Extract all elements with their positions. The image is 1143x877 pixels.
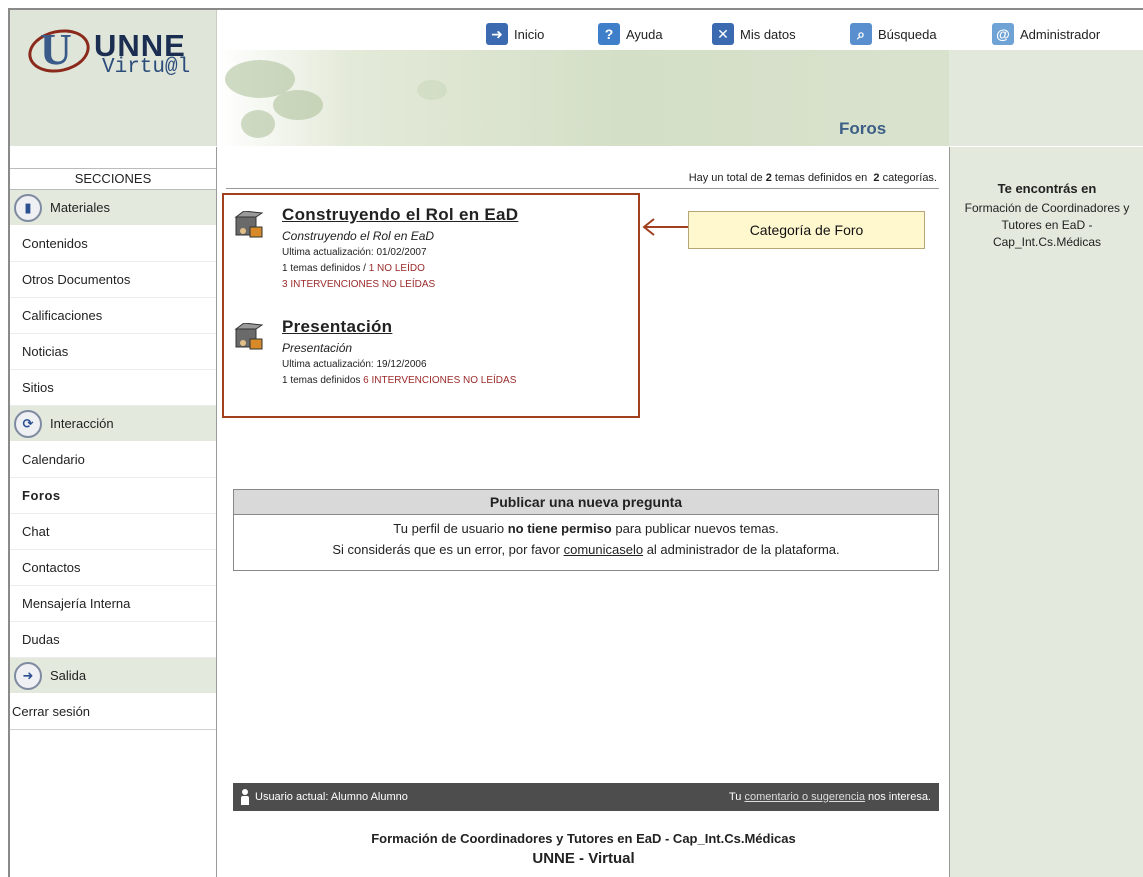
- category-title-link[interactable]: Construyendo el Rol en EaD: [282, 205, 518, 225]
- arrow-icon: ➜: [486, 23, 508, 45]
- banner-decoration: [241, 110, 275, 138]
- section-salida[interactable]: ➜ Salida: [10, 658, 216, 694]
- category-last-update: Ultima actualización: 19/12/2006: [282, 359, 427, 370]
- banner-decoration: [417, 80, 447, 100]
- feedback-text: Tu: [728, 791, 745, 803]
- help-icon: ?: [598, 23, 620, 45]
- sidebar-item-sitios[interactable]: Sitios: [10, 370, 216, 406]
- category-last-update: Ultima actualización: 01/02/2007: [282, 247, 427, 258]
- nav-ayuda[interactable]: ? Ayuda: [598, 23, 663, 45]
- annotation-callout: Categoría de Foro: [688, 211, 925, 249]
- contact-text: Si considerás que es un error, por favor: [332, 542, 564, 557]
- sidebar-item-noticias[interactable]: Noticias: [10, 334, 216, 370]
- category-title-link[interactable]: Presentación: [282, 317, 392, 337]
- permission-text: para publicar nuevos temas.: [611, 521, 779, 536]
- divider: [226, 188, 939, 189]
- logo-u-icon: U: [40, 25, 72, 74]
- contact-text: al administrador de la plataforma.: [643, 542, 840, 557]
- section-label: Salida: [50, 668, 87, 683]
- category-description: Construyendo el Rol en EaD: [282, 229, 435, 243]
- category-unread-posts: 3 INTERVENCIONES NO LEÍDAS: [282, 279, 436, 290]
- sidebar-item-calendario[interactable]: Calendario: [10, 442, 216, 478]
- category-topics-count: 1 temas definidos /: [282, 263, 369, 274]
- feedback-text: nos interesa.: [864, 791, 931, 803]
- sidebar-item-otros-documentos[interactable]: Otros Documentos: [10, 262, 216, 298]
- search-icon: ⌕: [850, 23, 872, 45]
- nav-ayuda-label: Ayuda: [626, 26, 663, 42]
- banner-decoration: [273, 90, 323, 120]
- refresh-icon: ⟳: [14, 409, 42, 438]
- nav-administrador[interactable]: @ Administrador: [992, 23, 1100, 45]
- summary-text: Hay un total de: [688, 172, 766, 184]
- category-topics: 1 temas definidos / 1 NO LEÍDO: [282, 263, 425, 274]
- exit-arrow-icon: ➜: [14, 661, 42, 690]
- feedback-note: Tu comentario o sugerencia nos interesa.: [729, 791, 931, 803]
- permission-emphasis: no tiene permiso: [507, 521, 612, 536]
- sidebar: SECCIONES ▮ Materiales Contenidos Otros …: [10, 147, 217, 877]
- forum-summary: Hay un total de 2 temas definidos en 2 c…: [689, 172, 937, 184]
- sidebar-item-mensajeria-interna[interactable]: Mensajería Interna: [10, 586, 216, 622]
- user-status-bar: Usuario actual: Alumno Alumno Tu comenta…: [233, 783, 939, 811]
- summary-text: categorías.: [879, 172, 937, 184]
- logo-text-virtual: Virtu@l: [102, 56, 191, 79]
- app-frame: U UNNE Virtu@l ➜ Inicio ? Ayuda ✕ Mis da…: [8, 8, 1143, 877]
- forum-folder-icon: [234, 323, 264, 350]
- user-icon: [239, 789, 251, 805]
- at-icon: @: [992, 23, 1014, 45]
- sidebar-item-contenidos[interactable]: Contenidos: [10, 226, 216, 262]
- sidebar-item-dudas[interactable]: Dudas: [10, 622, 216, 658]
- logout-link[interactable]: Cerrar sesión: [10, 694, 216, 730]
- nav-mis-datos[interactable]: ✕ Mis datos: [712, 23, 796, 45]
- location-panel: Te encontrás en Formación de Coordinador…: [949, 147, 1143, 877]
- nav-administrador-label: Administrador: [1020, 26, 1101, 42]
- category-unread-topics: 1 NO LEÍDO: [368, 263, 425, 274]
- category-description: Presentación: [282, 341, 353, 355]
- header: U UNNE Virtu@l ➜ Inicio ? Ayuda ✕ Mis da…: [10, 10, 1143, 146]
- permission-message: Tu perfil de usuario no tiene permiso pa…: [234, 518, 938, 539]
- nav-busqueda[interactable]: ⌕ Búsqueda: [850, 23, 937, 45]
- section-materiales[interactable]: ▮ Materiales: [10, 190, 216, 226]
- site-name-footer: UNNE - Virtual: [532, 850, 635, 867]
- user-data-icon: ✕: [712, 23, 734, 45]
- current-user: Usuario actual: Alumno Alumno: [255, 791, 408, 803]
- forum-folder-icon: [234, 211, 264, 238]
- location-title: Te encontrás en: [997, 181, 1097, 196]
- contact-admin-link[interactable]: comunicaselo: [564, 542, 644, 557]
- category-topics: 1 temas definidos 6 INTERVENCIONES NO LE…: [282, 375, 516, 386]
- section-interaccion[interactable]: ⟳ Interacción: [10, 406, 216, 442]
- main-content: Hay un total de 2 temas definidos en 2 c…: [218, 147, 949, 877]
- logo[interactable]: U UNNE Virtu@l: [10, 10, 217, 146]
- nav-mis-datos-label: Mis datos: [740, 26, 796, 42]
- section-label: Interacción: [50, 416, 114, 431]
- nav-inicio-label: Inicio: [514, 26, 545, 42]
- sidebar-title: SECCIONES: [10, 168, 216, 190]
- permission-text: Tu perfil de usuario: [393, 521, 508, 536]
- location-course-name: Formación de Coordinadores y Tutores en …: [964, 201, 1130, 249]
- page-title: Foros: [839, 119, 887, 138]
- category-topics-count: 1 temas definidos: [282, 375, 364, 386]
- book-icon: ▮: [14, 193, 42, 222]
- contact-admin-message: Si considerás que es un error, por favor…: [234, 539, 938, 560]
- callout-arrow-icon: [642, 218, 688, 236]
- sidebar-item-calificaciones[interactable]: Calificaciones: [10, 298, 216, 334]
- course-name-footer: Formación de Coordinadores y Tutores en …: [371, 831, 796, 846]
- nav-inicio[interactable]: ➜ Inicio: [486, 23, 544, 45]
- section-label: Materiales: [50, 200, 110, 215]
- nav-busqueda-label: Búsqueda: [878, 26, 937, 42]
- new-question-title: Publicar una nueva pregunta: [234, 490, 938, 515]
- sidebar-item-contactos[interactable]: Contactos: [10, 550, 216, 586]
- category-unread-posts: 6 INTERVENCIONES NO LEÍDAS: [363, 375, 517, 386]
- summary-text: temas definidos en: [771, 172, 871, 184]
- category-highlight-box: Construyendo el Rol en EaD Construyendo …: [222, 193, 640, 418]
- sidebar-item-chat[interactable]: Chat: [10, 514, 216, 550]
- feedback-link[interactable]: comentario o sugerencia: [744, 791, 864, 803]
- new-question-panel: Publicar una nueva pregunta Tu perfil de…: [233, 489, 939, 571]
- sidebar-item-foros[interactable]: Foros: [10, 478, 216, 514]
